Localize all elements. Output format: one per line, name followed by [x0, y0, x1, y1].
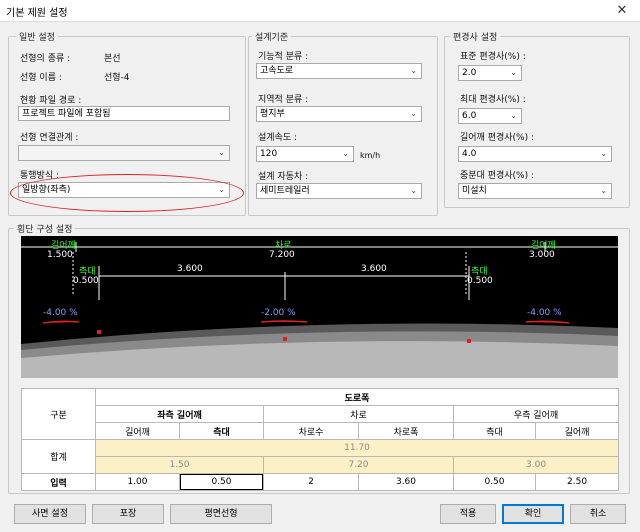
- superelevation-label: 편경사 설정: [450, 30, 501, 43]
- header-road-width: 도로폭: [94, 388, 620, 406]
- shoulder-slope-label: 길어깨 편경사(%) :: [460, 133, 535, 143]
- slope-left-value: -4.00 %: [43, 308, 78, 318]
- design-speed-label: 설계속도 :: [258, 133, 298, 143]
- sub-shoulder: 길어깨: [95, 422, 180, 440]
- total-left: 1.50: [95, 456, 264, 474]
- cross-section-label: 횡단 구성 설정: [14, 222, 76, 235]
- function-class-dropdown[interactable]: 고속도로 ⌄: [256, 63, 422, 79]
- design-speed-value: 120: [260, 149, 278, 159]
- file-path-field[interactable]: 프로젝트 파일에 포함됨: [18, 106, 230, 121]
- slope-setting-button[interactable]: 사면 설정: [14, 504, 86, 524]
- median-slope-value: 미설치: [462, 186, 487, 196]
- cross-section-table: 구분 도로폭 좌측 길어깨 차로 우측 길어깨 길어깨 측대 차로수 차로폭 측…: [21, 388, 620, 491]
- alignment-link-dropdown[interactable]: ⌄: [18, 145, 230, 161]
- function-class-label: 기능적 분류 :: [258, 52, 309, 62]
- design-vehicle-label: 설계 자동차 :: [258, 172, 309, 182]
- chevron-down-icon: ⌄: [600, 186, 607, 195]
- shoulder-slope-dropdown[interactable]: 4.0 ⌄: [458, 146, 612, 162]
- window-title: 기본 제원 설정: [6, 8, 68, 19]
- highlight-ellipse: [10, 174, 244, 212]
- slope-arrows: [42, 320, 570, 324]
- chevron-down-icon: ⌄: [342, 149, 349, 158]
- top-left-value: 1.500: [47, 250, 73, 260]
- apply-button[interactable]: 적용: [440, 504, 496, 524]
- standard-slope-value: 2.0: [462, 68, 477, 78]
- alignment-type-value: 본선: [104, 54, 121, 64]
- total-label: 합계: [21, 439, 96, 474]
- region-class-dropdown[interactable]: 평지부 ⌄: [256, 106, 422, 122]
- design-vehicle-value: 세미트레일러: [260, 186, 310, 196]
- max-slope-label: 최대 편경사(%) :: [460, 95, 526, 105]
- input-right-strip[interactable]: 0.50: [453, 473, 536, 491]
- sub-lane-count: 차로수: [263, 422, 359, 440]
- design-criteria-label: 설계기준: [252, 30, 292, 43]
- file-path-label: 현황 파일 경로 :: [20, 96, 82, 106]
- top-center-value: 7.200: [269, 250, 295, 260]
- slope-right-value: -4.00 %: [527, 308, 562, 318]
- cancel-button[interactable]: 취소: [570, 504, 626, 524]
- marker-right: [467, 339, 471, 343]
- header-left-shoulder: 좌측 길어깨: [95, 405, 264, 423]
- design-vehicle-dropdown[interactable]: 세미트레일러 ⌄: [256, 183, 422, 199]
- marker-left: [97, 330, 101, 334]
- right-strip-value: 0.500: [467, 276, 493, 286]
- cross-section-diagram: 길어깨 1.500 차로 7.200 길어깨 3.000 측대 0.500 3.…: [21, 236, 618, 378]
- median-slope-dropdown[interactable]: 미설치 ⌄: [458, 183, 612, 199]
- chevron-down-icon: ⌄: [600, 149, 607, 158]
- close-icon[interactable]: ✕: [604, 0, 640, 22]
- input-lane-width[interactable]: 3.60: [358, 473, 454, 491]
- total-lane: 7.20: [263, 456, 454, 474]
- median-slope-label: 중분대 편경사(%) :: [460, 171, 535, 181]
- top-right-value: 3.000: [529, 250, 555, 260]
- total-all: 11.70: [94, 439, 620, 457]
- sub-strip-right: 측대: [453, 422, 536, 440]
- header-group: 구분: [21, 388, 96, 440]
- standard-slope-label: 표준 편경사(%) :: [460, 52, 526, 62]
- input-lane-count[interactable]: 2: [263, 473, 359, 491]
- total-right: 3.00: [452, 456, 620, 474]
- marker-center: [283, 337, 287, 341]
- shoulder-slope-value: 4.0: [462, 149, 477, 159]
- chevron-down-icon: ⌄: [218, 148, 225, 157]
- region-class-value: 평지부: [260, 109, 285, 119]
- lane2-value: 3.600: [361, 264, 387, 274]
- header-right-shoulder: 우측 길어깨: [452, 405, 620, 423]
- title-bar: 기본 제원 설정 ✕: [0, 0, 640, 22]
- input-right-shoulder[interactable]: 2.50: [534, 473, 620, 491]
- plan-alignment-button[interactable]: 평면선형: [170, 504, 272, 524]
- design-speed-unit: km/h: [360, 151, 381, 160]
- chevron-down-icon: ⌄: [410, 186, 417, 195]
- max-slope-dropdown[interactable]: 6.0 ⌄: [458, 108, 522, 124]
- lane1-value: 3.600: [177, 264, 203, 274]
- header-lane: 차로: [263, 405, 454, 423]
- region-class-label: 지역적 분류 :: [258, 95, 309, 105]
- standard-slope-dropdown[interactable]: 2.0 ⌄: [458, 65, 522, 81]
- alignment-type-label: 선형의 종류 :: [20, 54, 71, 64]
- function-class-value: 고속도로: [260, 66, 294, 76]
- sub-lane-width: 차로폭: [358, 422, 454, 440]
- ok-button[interactable]: 확인: [502, 504, 564, 524]
- chevron-down-icon: ⌄: [510, 68, 517, 77]
- sub-shoulder-right: 길어깨: [534, 422, 620, 440]
- alignment-name-value: 선형-4: [104, 73, 130, 83]
- input-left-strip[interactable]: 0.50: [179, 473, 264, 491]
- alignment-name-label: 선형 이름 :: [20, 73, 62, 83]
- chevron-down-icon: ⌄: [410, 109, 417, 118]
- general-settings-label: 일반 설정: [16, 30, 58, 43]
- input-label: 입력: [21, 473, 96, 491]
- chevron-down-icon: ⌄: [410, 66, 417, 75]
- pavement-button[interactable]: 포장: [92, 504, 164, 524]
- left-strip-value: 0.500: [73, 276, 99, 286]
- alignment-link-label: 선형 연결관계 :: [20, 133, 79, 143]
- input-left-shoulder[interactable]: 1.00: [95, 473, 180, 491]
- design-speed-dropdown[interactable]: 120 ⌄: [256, 146, 354, 162]
- slope-center-value: -2.00 %: [261, 308, 296, 318]
- chevron-down-icon: ⌄: [510, 111, 517, 120]
- max-slope-value: 6.0: [462, 111, 477, 121]
- lane-dimension-line: [98, 266, 470, 300]
- sub-strip: 측대: [179, 422, 264, 440]
